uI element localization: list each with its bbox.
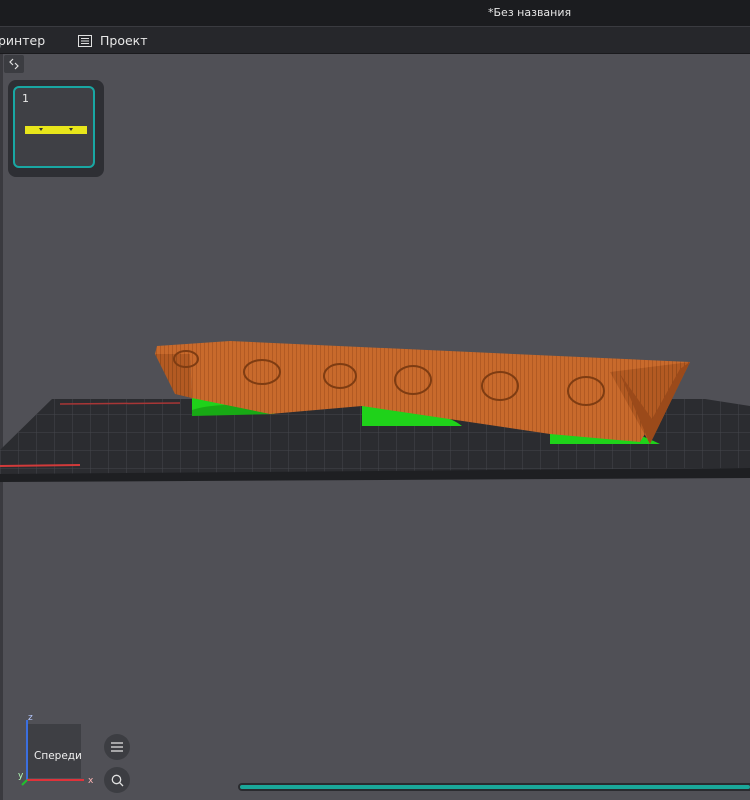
collapse-arrows-icon bbox=[9, 58, 19, 70]
view-cube-label: Спереди bbox=[34, 750, 82, 762]
axis-x-label: x bbox=[88, 776, 94, 786]
window-title: *Без названия bbox=[488, 6, 572, 19]
view-cube[interactable]: z y x Спереди bbox=[18, 713, 98, 788]
plate-number: 1 bbox=[22, 92, 29, 105]
plate-thumbnail[interactable]: 1 bbox=[13, 86, 95, 168]
plate-list-panel: 1 bbox=[8, 80, 104, 177]
view-cube-graphic: z y x Спереди bbox=[18, 713, 94, 786]
printer-tab-label: ринтер bbox=[0, 33, 46, 48]
plate-preview-icon bbox=[25, 126, 87, 134]
title-bar: *Без названия bbox=[0, 0, 750, 27]
printer-tab[interactable]: ринтер bbox=[0, 33, 45, 48]
search-icon bbox=[111, 774, 123, 786]
project-tab[interactable]: Проект bbox=[78, 33, 148, 48]
project-tab-label: Проект bbox=[100, 33, 148, 48]
search-button[interactable] bbox=[104, 767, 130, 793]
slicing-progress-fill bbox=[240, 785, 750, 789]
top-toolbar: ринтер Проект bbox=[0, 27, 750, 54]
axis-y-label: y bbox=[18, 771, 24, 781]
axis-z-label: z bbox=[28, 714, 33, 723]
menu-icon bbox=[111, 742, 123, 752]
list-icon bbox=[78, 34, 92, 47]
3d-viewport[interactable] bbox=[0, 54, 750, 800]
view-menu-button[interactable] bbox=[104, 734, 130, 760]
collapse-panel-button[interactable] bbox=[4, 55, 24, 73]
slicing-progress-bar bbox=[238, 783, 750, 791]
